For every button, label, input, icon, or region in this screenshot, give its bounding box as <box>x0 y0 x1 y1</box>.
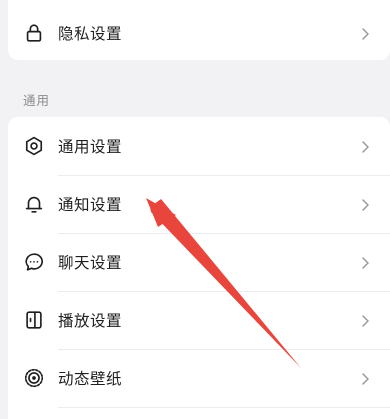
bell-icon <box>23 193 45 215</box>
general-settings-card: 通用设置 通知设置 聊天设置 播放设置 动态壁纸 <box>8 117 390 419</box>
general-settings-row[interactable]: 通用设置 <box>8 117 390 175</box>
chevron-right-icon <box>360 26 370 40</box>
chevron-right-icon <box>360 371 370 385</box>
play-device-icon <box>23 309 45 331</box>
gear-icon <box>23 135 45 157</box>
chevron-right-icon <box>360 313 370 327</box>
live-wallpaper-icon <box>23 367 45 389</box>
row-divider <box>58 407 390 408</box>
chat-bubble-icon <box>23 251 45 273</box>
chat-settings-label: 聊天设置 <box>58 254 123 272</box>
chat-settings-row[interactable]: 聊天设置 <box>8 233 390 291</box>
chevron-right-icon <box>360 197 370 211</box>
lock-icon <box>23 22 45 44</box>
privacy-settings-label: 隐私设置 <box>58 25 123 43</box>
chevron-right-icon <box>360 139 370 153</box>
live-wallpaper-row[interactable]: 动态壁纸 <box>8 349 390 407</box>
general-settings-label: 通用设置 <box>58 138 123 156</box>
playback-settings-row[interactable]: 播放设置 <box>8 291 390 349</box>
playback-settings-label: 播放设置 <box>58 312 123 330</box>
privacy-settings-row[interactable]: 隐私设置 <box>8 4 390 62</box>
section-header-general: 通用 <box>23 93 51 108</box>
notification-settings-row[interactable]: 通知设置 <box>8 175 390 233</box>
notification-settings-label: 通知设置 <box>58 196 123 214</box>
privacy-card: 隐私设置 <box>8 0 390 60</box>
live-wallpaper-label: 动态壁纸 <box>58 370 123 388</box>
chevron-right-icon <box>360 255 370 269</box>
